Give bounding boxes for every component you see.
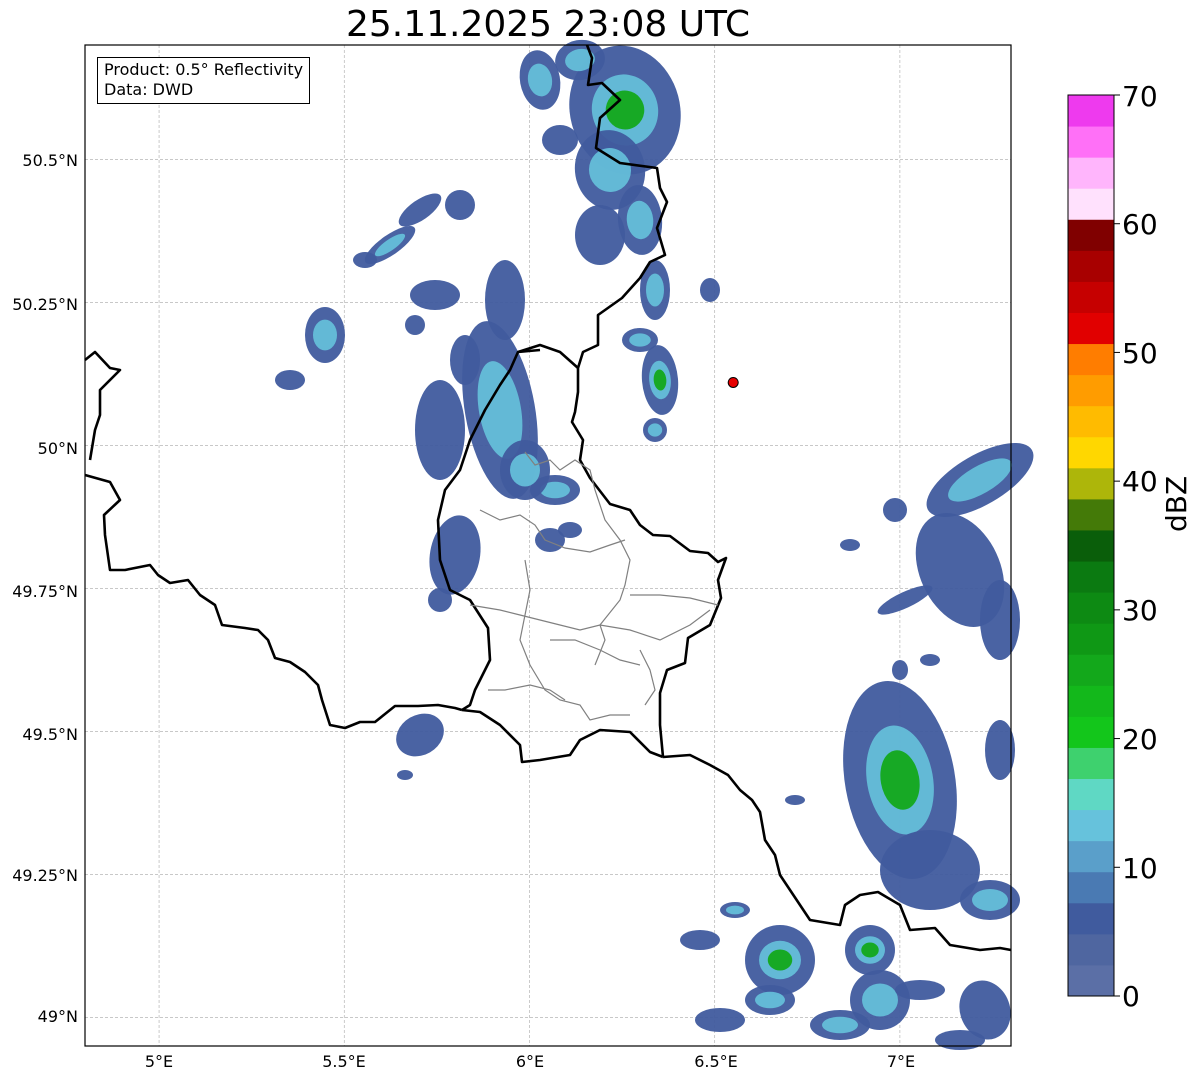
echo-cell bbox=[920, 654, 940, 666]
echo-cell bbox=[485, 260, 525, 340]
colorbar-tick-0: 0 bbox=[1122, 980, 1140, 1013]
lat-label-49: 49°N bbox=[37, 1007, 78, 1026]
colorbar-swatch bbox=[1068, 623, 1114, 655]
echo-cell bbox=[680, 930, 720, 950]
border-be-fr bbox=[84, 473, 463, 730]
echo-cell bbox=[305, 307, 345, 363]
colorbar-swatch bbox=[1068, 747, 1114, 780]
colorbar-tick-60: 60 bbox=[1122, 208, 1158, 241]
echo-cell bbox=[845, 925, 895, 975]
colorbar-swatch bbox=[1068, 250, 1114, 282]
colorbar-tick-10: 10 bbox=[1122, 852, 1158, 885]
lat-label-50: 50°N bbox=[37, 439, 78, 458]
colorbar-swatch bbox=[1068, 405, 1114, 438]
colorbar-swatch bbox=[1068, 157, 1114, 189]
echo-cell bbox=[397, 770, 413, 780]
colorbar-swatch bbox=[1068, 809, 1114, 842]
echo-cell bbox=[785, 795, 805, 805]
echo-cell bbox=[840, 539, 860, 551]
echo-cell bbox=[745, 985, 795, 1015]
echo-cell bbox=[700, 278, 720, 302]
colorbar-swatch bbox=[1068, 840, 1114, 873]
lon-label-5: 5°E bbox=[144, 1052, 174, 1071]
echo-cell bbox=[396, 713, 444, 757]
data-source-label: Data: DWD bbox=[104, 80, 194, 99]
colorbar-swatch bbox=[1068, 219, 1114, 251]
lat-label-49-75: 49.75°N bbox=[12, 582, 78, 601]
lat-label-49-5: 49.5°N bbox=[22, 725, 78, 744]
colorbar-swatch bbox=[1068, 778, 1114, 811]
colorbar-swatch bbox=[1068, 281, 1114, 313]
echo-cell bbox=[641, 345, 679, 415]
colorbar-swatch bbox=[1068, 685, 1114, 717]
colorbar-tick-20: 20 bbox=[1122, 723, 1158, 756]
colorbar-swatch bbox=[1068, 871, 1114, 904]
colorbar-swatch bbox=[1068, 561, 1114, 593]
colorbar-swatch bbox=[1068, 188, 1114, 220]
colorbar-swatch bbox=[1068, 126, 1114, 158]
colorbar-swatch bbox=[1068, 964, 1114, 997]
echo-cell bbox=[542, 125, 578, 155]
echo-cell bbox=[500, 440, 550, 500]
echo-cell bbox=[353, 252, 377, 268]
lat-label-50-25: 50.25°N bbox=[12, 295, 78, 314]
echo-cell bbox=[275, 370, 305, 390]
lat-label-49-25: 49.25°N bbox=[12, 866, 78, 885]
echo-cell bbox=[410, 280, 460, 310]
echo-cell bbox=[810, 1010, 870, 1040]
echo-cell bbox=[558, 522, 582, 538]
info-box: Product: 0.5° Reflectivity Data: DWD bbox=[97, 57, 311, 104]
colorbar-swatch bbox=[1068, 95, 1114, 127]
colorbar bbox=[1067, 94, 1120, 997]
radar-site-marker bbox=[727, 376, 739, 388]
colorbar-swatch bbox=[1068, 933, 1114, 966]
echo-cell bbox=[622, 328, 658, 352]
echo-cell bbox=[450, 335, 480, 385]
border-be-nl bbox=[84, 350, 122, 461]
colorbar-swatch bbox=[1068, 312, 1114, 345]
echo-cell bbox=[575, 205, 625, 265]
echo-cell bbox=[405, 315, 425, 335]
echo-cell bbox=[398, 193, 442, 227]
echo-cell bbox=[745, 925, 815, 995]
echo-cell bbox=[877, 585, 933, 615]
radar-map bbox=[84, 39, 1120, 1050]
colorbar-swatch bbox=[1068, 716, 1114, 748]
echo-cell bbox=[429, 515, 481, 595]
colorbar-swatch bbox=[1068, 902, 1114, 935]
echo-cell bbox=[445, 190, 475, 220]
colorbar-swatch bbox=[1068, 374, 1114, 407]
echo-cell bbox=[415, 380, 465, 480]
colorbar-swatch bbox=[1068, 498, 1114, 531]
echo-cell bbox=[883, 498, 907, 522]
lon-label-5-5: 5.5°E bbox=[322, 1052, 366, 1071]
colorbar-swatch bbox=[1068, 529, 1114, 562]
echo-cell bbox=[695, 1008, 745, 1032]
echo-cell bbox=[892, 660, 908, 680]
echo-cell bbox=[720, 902, 750, 918]
colorbar-swatch bbox=[1068, 436, 1114, 469]
echo-cell bbox=[643, 418, 667, 442]
echo-cell bbox=[980, 580, 1020, 660]
border-lu-fr bbox=[461, 708, 664, 764]
echo-cell bbox=[895, 980, 945, 1000]
border-lu-north bbox=[517, 343, 579, 369]
echo-cell bbox=[935, 1030, 985, 1050]
colorbar-title: dBZ bbox=[1160, 475, 1193, 532]
lon-label-7: 7°E bbox=[886, 1052, 916, 1071]
lon-label-6: 6°E bbox=[515, 1052, 545, 1071]
colorbar-tick-30: 30 bbox=[1122, 594, 1158, 627]
colorbar-swatch bbox=[1068, 592, 1114, 624]
colorbar-tick-50: 50 bbox=[1122, 337, 1158, 370]
product-label: Product: 0.5° Reflectivity bbox=[104, 60, 304, 79]
colorbar-swatch bbox=[1068, 654, 1114, 686]
lat-label-50-5: 50.5°N bbox=[22, 151, 78, 170]
colorbar-swatch bbox=[1068, 343, 1114, 376]
lon-label-6-5: 6.5°E bbox=[694, 1052, 738, 1071]
colorbar-swatch bbox=[1068, 467, 1114, 500]
colorbar-tick-70: 70 bbox=[1122, 80, 1158, 113]
colorbar-tick-40: 40 bbox=[1122, 465, 1158, 498]
